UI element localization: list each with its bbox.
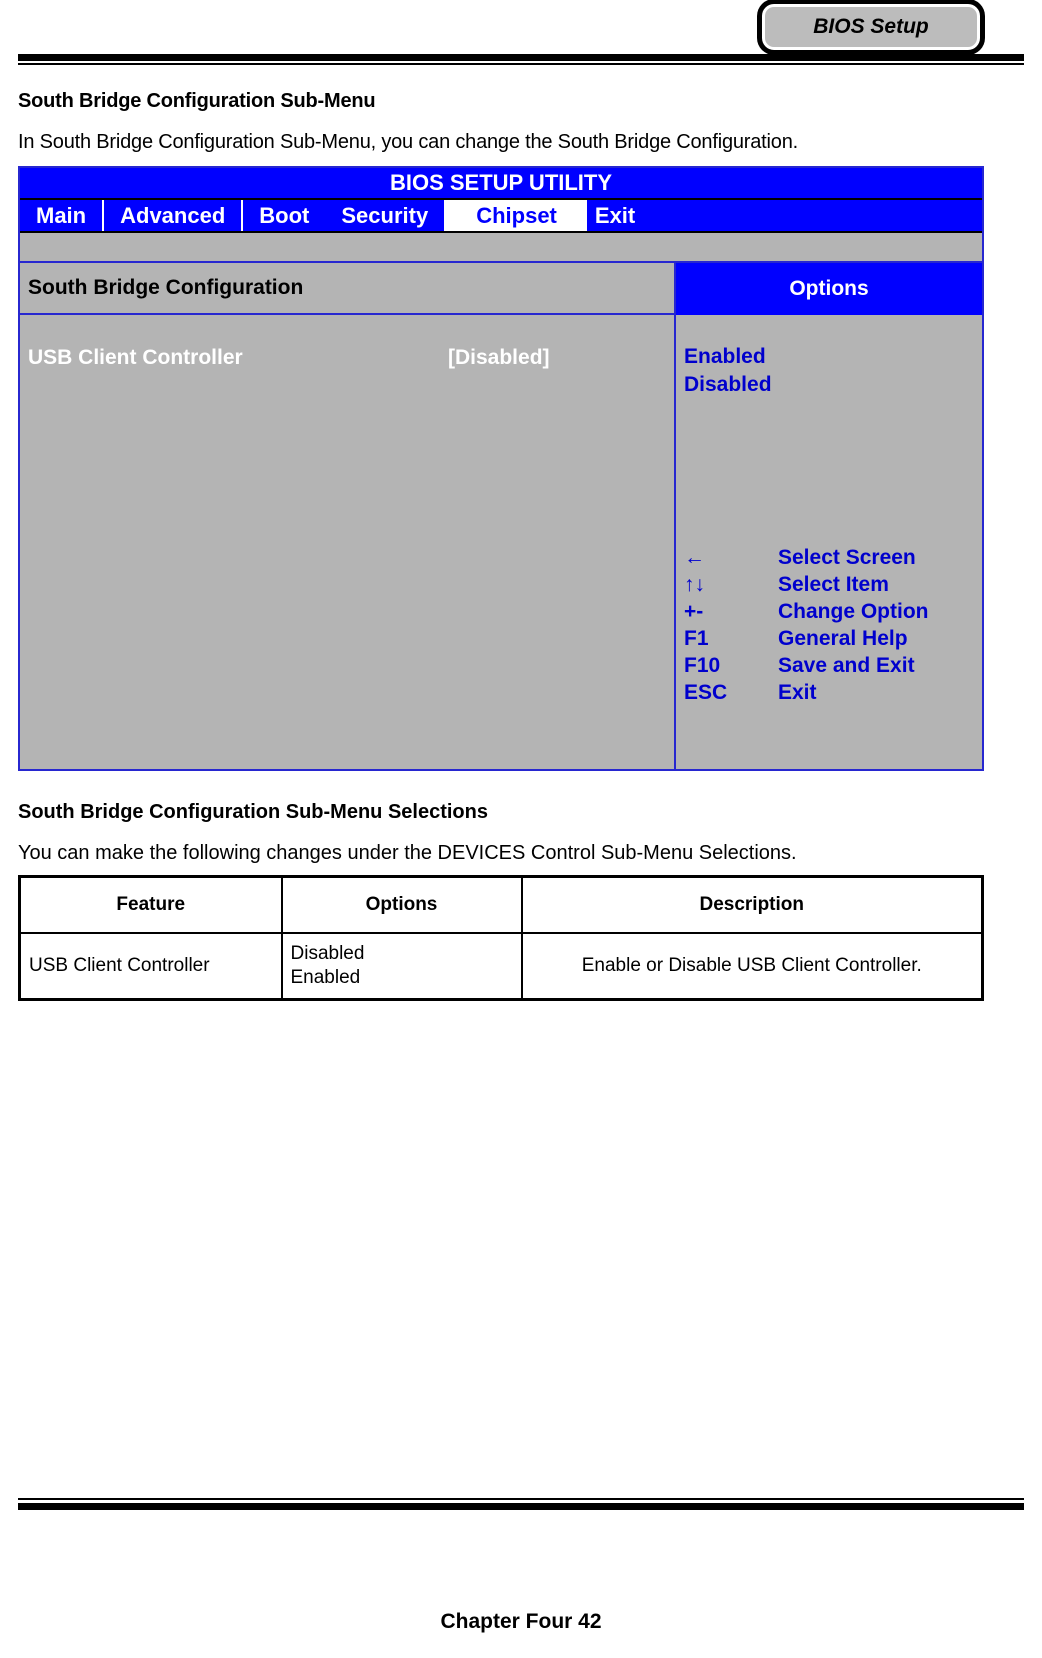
bios-menu-bar: Main Advanced Boot Security Chipset Exit — [20, 198, 982, 231]
key-legend-row-select-item: ↑↓ Select Item — [684, 571, 982, 598]
left-arrow-icon: ← — [684, 546, 705, 569]
selections-table: Feature Options Description USB Client C… — [18, 875, 984, 1001]
section-intro-text: In South Bridge Configuration Sub-Menu, … — [18, 131, 798, 153]
key-legend-label: Exit — [778, 681, 817, 704]
bios-panel-body: South Bridge Configuration USB Client Co… — [20, 263, 982, 769]
header-divider-rule — [18, 54, 1024, 65]
cell-option-enabled: Enabled — [290, 967, 361, 988]
bios-settings-heading: South Bridge Configuration — [20, 263, 674, 315]
header-rule-thin — [18, 63, 1024, 65]
bios-settings-column: South Bridge Configuration USB Client Co… — [20, 263, 676, 769]
cell-option-disabled: Disabled — [290, 943, 365, 965]
key-legend-label: Select Item — [778, 573, 889, 596]
page-footer: Chapter Four 42 — [0, 1480, 1042, 1658]
key-legend-row-general-help: F1 General Help — [684, 625, 982, 652]
setting-row-usb-client-controller[interactable]: USB Client Controller [Disabled] — [20, 343, 674, 373]
key-legend-row-change-option: +- Change Option — [684, 598, 982, 625]
bios-setup-header-tab: BIOS Setup — [762, 4, 980, 50]
bios-settings-list: USB Client Controller [Disabled] — [20, 315, 674, 769]
key-legend-label: Change Option — [778, 600, 929, 623]
footer-rule-thick — [18, 1503, 1024, 1510]
setting-value[interactable]: [Disabled] — [448, 346, 550, 370]
setting-label: USB Client Controller — [28, 346, 243, 369]
section-title: South Bridge Configuration Sub-Menu — [18, 90, 376, 112]
menu-item-security[interactable]: Security — [325, 200, 444, 231]
selections-title: South Bridge Configuration Sub-Menu Sele… — [18, 801, 488, 823]
key-legend-label: Select Screen — [778, 546, 916, 569]
column-header-feature: Feature — [18, 875, 283, 934]
bios-setup-header-tab-label: BIOS Setup — [813, 15, 929, 38]
page-header: BIOS Setup — [0, 0, 1042, 72]
bios-options-column: Options Enabled Disabled ← Select Screen… — [676, 263, 982, 769]
column-header-options: Options — [280, 875, 523, 934]
menu-item-advanced[interactable]: Advanced — [104, 200, 241, 231]
header-rule-thick — [18, 54, 1024, 61]
bios-options-heading: Options — [676, 263, 982, 315]
table-row: USB Client Controller Disabled Enabled E… — [18, 932, 984, 1001]
cell-feature: USB Client Controller — [18, 932, 283, 1001]
selections-intro-text: You can make the following changes under… — [18, 842, 797, 864]
menu-item-main[interactable]: Main — [20, 200, 102, 231]
key-legend-row-save-and-exit: F10 Save and Exit — [684, 652, 982, 679]
menu-item-chipset[interactable]: Chipset — [446, 200, 587, 231]
bios-utility-title: BIOS SETUP UTILITY — [20, 168, 982, 198]
bios-options-list: Enabled Disabled ← Select Screen ↑↓ Sele… — [676, 315, 982, 769]
bios-key-legend: ← Select Screen ↑↓ Select Item +- Change… — [684, 544, 982, 706]
footer-divider-rule — [18, 1498, 1024, 1510]
footer-page-label: Chapter Four 42 — [440, 1610, 602, 1633]
page-content: South Bridge Configuration Sub-Menu In S… — [0, 90, 1042, 1001]
option-item-disabled[interactable]: Disabled — [684, 371, 982, 399]
bios-breadcrumb-bar — [20, 231, 982, 263]
plus-minus-key-icon: +- — [684, 600, 704, 623]
column-header-description: Description — [520, 875, 984, 934]
cell-options: Disabled Enabled — [280, 932, 523, 1001]
cell-description: Enable or Disable USB Client Controller. — [520, 932, 984, 1001]
key-legend-label: General Help — [778, 627, 908, 650]
esc-key-icon: ESC — [684, 681, 728, 704]
f10-key-icon: F10 — [684, 654, 721, 677]
key-legend-row-exit: ESC Exit — [684, 679, 982, 706]
menu-item-exit[interactable]: Exit — [587, 200, 982, 231]
f1-key-icon: F1 — [684, 627, 709, 650]
menu-item-boot[interactable]: Boot — [243, 200, 325, 231]
option-item-enabled[interactable]: Enabled — [684, 343, 982, 371]
up-down-arrow-icon: ↑↓ — [684, 573, 705, 596]
key-legend-row-select-screen: ← Select Screen — [684, 544, 982, 571]
key-legend-label: Save and Exit — [778, 654, 915, 677]
table-header-row: Feature Options Description — [18, 875, 984, 934]
bios-setup-panel: BIOS SETUP UTILITY Main Advanced Boot Se… — [18, 166, 984, 771]
